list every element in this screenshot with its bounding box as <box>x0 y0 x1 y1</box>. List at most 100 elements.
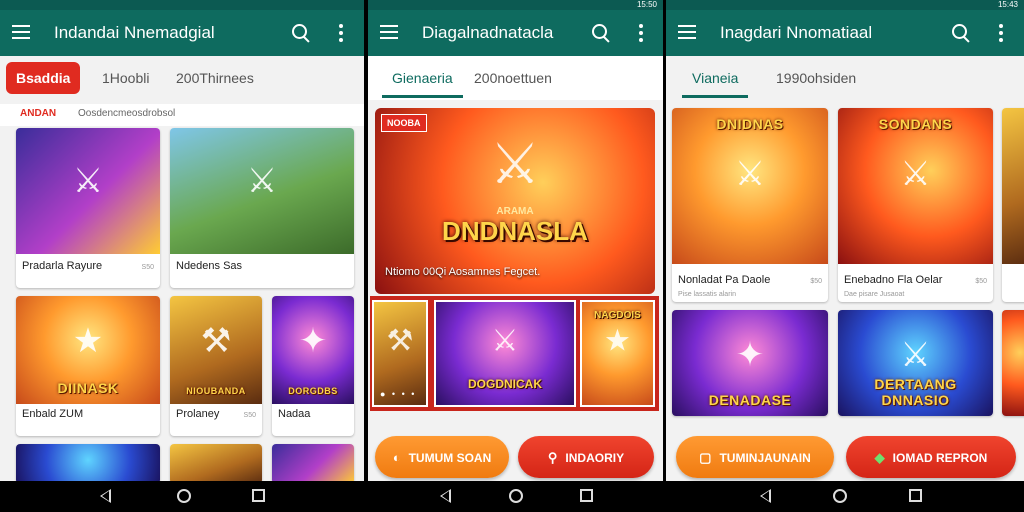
section-label: Oosdencmeosdrobsol <box>78 108 176 119</box>
hero-icon: ✦ <box>735 335 765 374</box>
hero-icon: ★ <box>604 324 631 358</box>
primary-action-button[interactable]: ▢ TUMINJAUNAIN <box>676 436 834 478</box>
menu-icon[interactable] <box>678 25 696 41</box>
screen-2: 15:50 Diagalnadnatacla Gienaeria 200noet… <box>368 0 663 512</box>
back-icon[interactable] <box>440 489 451 503</box>
thumbnail[interactable]: ⚒ ● • • • <box>372 300 428 407</box>
search-icon[interactable] <box>950 22 972 44</box>
thumbnail-logo: NAGDOIS <box>594 310 641 321</box>
game-card[interactable]: ⚔ DNIDNAS Nonladat Pa Daole Pise lassati… <box>672 108 828 302</box>
thumbnail[interactable]: ★ NAGDOIS <box>580 300 655 407</box>
secondary-action-button[interactable]: ⚲ INDAORIY <box>518 436 654 478</box>
featured-banner[interactable]: ⚔ NOOBA ARAMA DNDNASLA Ntiomo 00Qi Aosam… <box>375 108 655 294</box>
game-card[interactable]: ★ DIINASK Enbald ZUM <box>16 296 160 436</box>
app-title: Diagalnadnatacla <box>422 23 554 42</box>
game-price: S50 <box>141 264 154 271</box>
app-title: Inagdari Nnomatiaal <box>720 23 873 42</box>
tab-1[interactable]: 1Hoobli <box>92 62 159 94</box>
recent-apps-icon[interactable] <box>252 489 265 502</box>
game-art: ★ DIINASK <box>16 296 160 404</box>
hero-icon: ⚔ <box>900 335 931 374</box>
game-title: Pradarla Rayure <box>22 260 103 272</box>
game-art: ✦ DENADASE <box>672 310 828 416</box>
game-art: ⚔ SONDANS <box>838 108 993 264</box>
game-art: ⚒ NIOUBANDA <box>170 296 262 404</box>
home-icon[interactable] <box>177 489 191 503</box>
game-card[interactable]: ✦ DENADASE <box>672 310 828 416</box>
app-title: Indandai Nnemadgial <box>54 23 215 42</box>
tab-1[interactable]: 1990ohsiden <box>766 62 866 94</box>
game-logo: NIOUBANDA <box>186 386 246 396</box>
back-icon[interactable] <box>100 489 111 503</box>
section-header: ANDAN Oosdencmeosdrobsol <box>0 104 364 126</box>
hero-icon: ★ <box>72 322 104 361</box>
game-art <box>16 444 160 484</box>
tab-1[interactable]: 200noettuen <box>464 62 562 94</box>
home-icon[interactable] <box>509 489 523 503</box>
search-icon[interactable] <box>290 22 312 44</box>
secondary-action-button[interactable]: ◆ IOMAD REPRON <box>846 436 1016 478</box>
hero-icon: ⚒ <box>200 322 232 361</box>
hero-icon: ⚔ <box>734 154 766 193</box>
status-bar: 15:43 <box>666 0 1024 10</box>
game-card[interactable]: ⚔ DERTAANG DNNASIO <box>838 310 993 416</box>
menu-icon[interactable] <box>12 25 30 41</box>
tab-0[interactable]: Gienaeria <box>382 62 463 98</box>
game-meta: Dae pisare Jusaoat <box>844 291 905 298</box>
game-card[interactable] <box>1002 108 1024 302</box>
game-card[interactable]: ✦ DORGDBS Nadaa <box>272 296 354 436</box>
tab-2[interactable]: 200Thirnees <box>166 62 264 94</box>
game-title: Prolaney <box>176 408 220 420</box>
menu-icon[interactable] <box>380 25 398 41</box>
game-logo: DENADASE <box>708 392 792 408</box>
game-card[interactable] <box>170 444 262 484</box>
recent-apps-icon[interactable] <box>580 489 593 502</box>
status-bar <box>0 0 364 10</box>
game-art <box>1002 310 1024 416</box>
more-options-icon[interactable] <box>998 24 1004 42</box>
hero-icon: ⚔ <box>246 161 278 200</box>
system-nav-bar <box>666 481 1024 512</box>
back-icon[interactable] <box>760 489 771 503</box>
button-label: TUMUM SOAN <box>408 450 492 465</box>
home-icon[interactable] <box>833 489 847 503</box>
more-options-icon[interactable] <box>638 24 644 42</box>
game-logo: SONDANS <box>878 116 953 132</box>
featured-badge: NOOBA <box>381 114 427 132</box>
game-card[interactable]: ⚒ NIOUBANDA Prolaney S50 <box>170 296 262 436</box>
screen-3: 15:43 Inagdari Nnomatiaal Vianeia 1990oh… <box>666 0 1024 512</box>
thumbnail-strip: ⚒ ● • • • ⚔ DOGDNICAK ★ NAGDOIS <box>370 296 659 411</box>
thumbnail[interactable]: ⚔ DOGDNICAK <box>434 300 576 407</box>
more-options-icon[interactable] <box>338 24 344 42</box>
tab-0[interactable]: Bsaddia <box>6 62 81 94</box>
game-card[interactable] <box>272 444 354 484</box>
button-label: INDAORIY <box>565 450 625 465</box>
featured-logo: DNDNASLA <box>442 216 588 246</box>
game-art: ⚔ <box>170 128 354 254</box>
game-card[interactable]: ⚔ Pradarla Rayure S50 <box>16 128 160 288</box>
hero-icon: ⚔ <box>491 324 519 358</box>
game-title: Enebadno Fla Oelar <box>844 274 943 286</box>
system-nav-bar <box>0 481 364 512</box>
hero-icon: ⚒ <box>386 324 414 358</box>
search-icon[interactable] <box>590 22 612 44</box>
section-tag: ANDAN <box>20 108 57 119</box>
game-card[interactable] <box>1002 310 1024 416</box>
game-card[interactable]: ⚔ SONDANS Enebadno Fla Oelar Dae pisare … <box>838 108 993 302</box>
game-art <box>1002 108 1024 264</box>
game-title: Nadaa <box>278 408 311 420</box>
square-icon: ▢ <box>699 449 712 465</box>
thumbnail-logo: DOGDNICAK <box>468 377 542 391</box>
app-bar: Indandai Nnemadgial <box>0 10 364 56</box>
hero-icon: ✦ <box>298 322 328 361</box>
game-card[interactable] <box>16 444 160 484</box>
button-label: TUMINJAUNAIN <box>719 450 811 465</box>
tab-bar: Gienaeria 200noettuen <box>368 56 663 100</box>
tab-0[interactable]: Vianeia <box>682 62 749 98</box>
app-bar: Inagdari Nnomatiaal <box>666 10 1024 56</box>
primary-action-button[interactable]: ◐ TUMUM SOAN <box>375 436 509 478</box>
hero-icon: ⚔ <box>72 161 104 200</box>
recent-apps-icon[interactable] <box>909 489 922 502</box>
status-bar: 15:50 <box>368 0 663 10</box>
game-card[interactable]: ⚔ Ndedens Sas <box>170 128 354 288</box>
